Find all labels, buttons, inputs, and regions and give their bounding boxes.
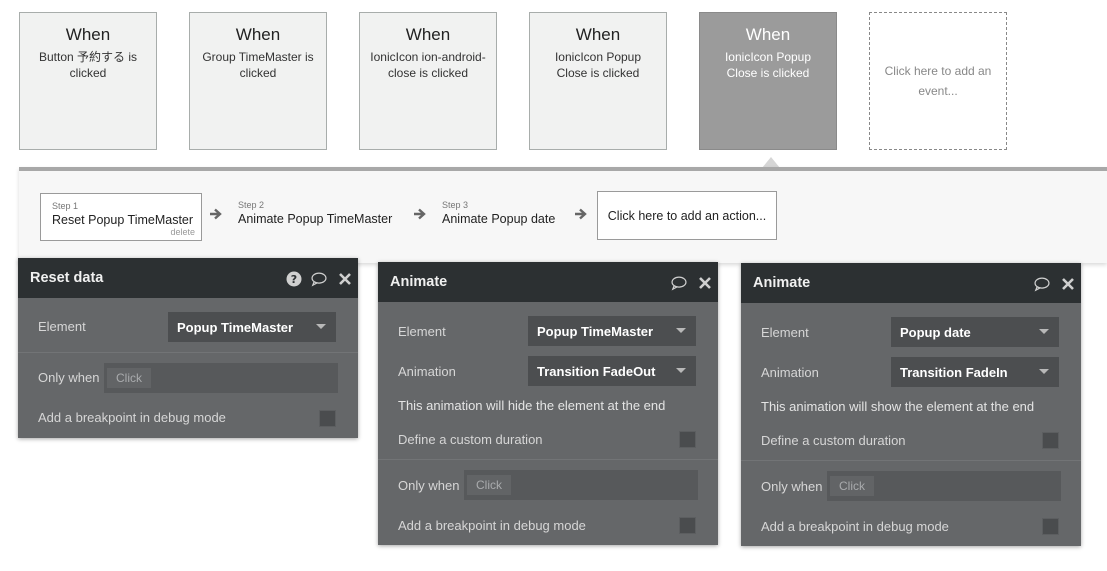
- event-card-1[interactable]: When Button 予約する is clicked: [19, 12, 157, 150]
- custom-duration-checkbox[interactable]: [679, 431, 696, 448]
- comment-icon[interactable]: [311, 271, 327, 287]
- event-description: Group TimeMaster is clicked: [202, 50, 314, 80]
- element-label: Element: [38, 319, 86, 334]
- chevron-down-icon: [676, 368, 686, 373]
- only-when-input[interactable]: Click: [104, 363, 338, 393]
- breakpoint-checkbox[interactable]: [1042, 518, 1059, 535]
- element-label: Element: [761, 325, 809, 340]
- comment-icon[interactable]: [671, 275, 687, 291]
- reset-data-panel: Reset data ? Element Popup TimeMaster On…: [18, 258, 358, 438]
- panel-header: Reset data ?: [18, 258, 358, 298]
- arrow-right-icon: [575, 208, 587, 220]
- add-event-label: Click here to add an event...: [884, 64, 992, 98]
- breakpoint-checkbox[interactable]: [679, 517, 696, 534]
- divider: [378, 459, 718, 460]
- step-title: Animate Popup TimeMaster: [238, 212, 393, 226]
- arrow-right-icon: [210, 208, 222, 220]
- only-when-input[interactable]: Click: [464, 470, 698, 500]
- event-when-label: When: [405, 25, 451, 44]
- event-when-label: When: [745, 25, 791, 44]
- step-number: Step 1: [52, 201, 79, 211]
- element-dropdown-value: Popup TimeMaster: [177, 320, 294, 335]
- only-when-placeholder: Click: [107, 368, 151, 388]
- help-icon[interactable]: ?: [286, 271, 302, 287]
- step-3[interactable]: Step 3 Animate Popup date: [431, 193, 561, 241]
- element-label: Element: [398, 324, 446, 339]
- event-description: IonicIcon Popup Close is clicked: [724, 50, 812, 80]
- animate-panel-2: Animate Element Popup date Animation Tra…: [741, 263, 1081, 546]
- only-when-placeholder: Click: [830, 476, 874, 496]
- event-card-3[interactable]: When IonicIcon ion-android-close is clic…: [359, 12, 497, 150]
- only-when-label: Only when: [38, 370, 100, 385]
- arrow-right-icon: [414, 208, 426, 220]
- event-when-label: When: [575, 25, 621, 44]
- chevron-down-icon: [316, 324, 326, 329]
- element-dropdown[interactable]: Popup TimeMaster: [168, 312, 336, 342]
- event-when-label: When: [65, 25, 111, 44]
- step-title: Animate Popup date: [442, 212, 556, 226]
- divider: [18, 352, 358, 353]
- breakpoint-checkbox[interactable]: [319, 410, 336, 427]
- element-dropdown[interactable]: Popup date: [891, 317, 1059, 347]
- panel-header: Animate: [378, 262, 718, 302]
- close-icon[interactable]: [1060, 276, 1076, 292]
- svg-text:?: ?: [291, 273, 297, 286]
- animation-note: This animation will show the element at …: [761, 399, 1035, 414]
- step-title: Reset Popup TimeMaster: [52, 213, 194, 227]
- animation-label: Animation: [761, 365, 819, 380]
- panel-title: Animate: [753, 275, 811, 291]
- animation-dropdown[interactable]: Transition FadeOut: [528, 356, 696, 386]
- animation-note: This animation will hide the element at …: [398, 398, 666, 413]
- event-card-2[interactable]: When Group TimeMaster is clicked: [189, 12, 327, 150]
- element-dropdown-value: Popup TimeMaster: [537, 324, 654, 339]
- workflow-steps-bar: Step 1 Reset Popup TimeMaster delete Ste…: [19, 167, 1107, 263]
- chevron-down-icon: [676, 328, 686, 333]
- custom-duration-label: Define a custom duration: [761, 433, 906, 448]
- close-icon[interactable]: [697, 275, 713, 291]
- custom-duration-label: Define a custom duration: [398, 432, 543, 447]
- chevron-down-icon: [1039, 329, 1049, 334]
- only-when-input[interactable]: Click: [827, 471, 1061, 501]
- only-when-label: Only when: [398, 478, 460, 493]
- close-icon[interactable]: [337, 271, 353, 287]
- animation-dropdown-value: Transition FadeIn: [900, 365, 1008, 380]
- divider: [741, 460, 1081, 461]
- add-action-label: Click here to add an action...: [607, 208, 767, 223]
- step-2[interactable]: Step 2 Animate Popup TimeMaster: [227, 193, 397, 241]
- event-card-4[interactable]: When IonicIcon Popup Close is clicked: [529, 12, 667, 150]
- step-delete-link[interactable]: delete: [170, 227, 195, 237]
- only-when-label: Only when: [761, 479, 823, 494]
- add-event-button[interactable]: Click here to add an event...: [869, 12, 1007, 150]
- element-dropdown[interactable]: Popup TimeMaster: [528, 316, 696, 346]
- element-dropdown-value: Popup date: [900, 325, 971, 340]
- only-when-placeholder: Click: [467, 475, 511, 495]
- chevron-down-icon: [1039, 369, 1049, 374]
- event-when-label: When: [235, 25, 281, 44]
- event-description: Button 予約する is clicked: [38, 50, 138, 80]
- animation-dropdown[interactable]: Transition FadeIn: [891, 357, 1059, 387]
- animate-panel-1: Animate Element Popup TimeMaster Animati…: [378, 262, 718, 545]
- step-1[interactable]: Step 1 Reset Popup TimeMaster delete: [40, 193, 202, 241]
- event-card-5-selected[interactable]: When IonicIcon Popup Close is clicked: [699, 12, 837, 150]
- panel-header: Animate: [741, 263, 1081, 303]
- step-number: Step 3: [442, 200, 469, 210]
- add-action-button[interactable]: Click here to add an action...: [597, 191, 777, 240]
- panel-title: Animate: [390, 274, 448, 290]
- animation-label: Animation: [398, 364, 456, 379]
- breakpoint-label: Add a breakpoint in debug mode: [398, 518, 586, 533]
- breakpoint-label: Add a breakpoint in debug mode: [38, 410, 226, 425]
- panel-title: Reset data: [30, 270, 104, 286]
- comment-icon[interactable]: [1034, 276, 1050, 292]
- event-description: IonicIcon Popup Close is clicked: [554, 50, 642, 80]
- step-number: Step 2: [238, 200, 265, 210]
- breakpoint-label: Add a breakpoint in debug mode: [761, 519, 949, 534]
- custom-duration-checkbox[interactable]: [1042, 432, 1059, 449]
- event-description: IonicIcon ion-android-close is clicked: [370, 50, 486, 80]
- animation-dropdown-value: Transition FadeOut: [537, 364, 656, 379]
